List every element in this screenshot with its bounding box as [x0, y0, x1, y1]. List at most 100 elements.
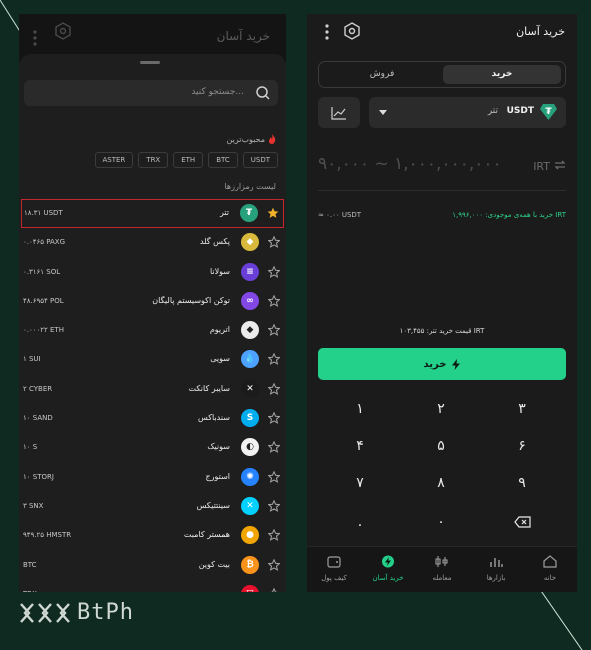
sand-icon: S	[241, 409, 259, 428]
chart-icon	[331, 106, 346, 120]
coin-row[interactable]: ۱۰ S سونیک ◐	[19, 433, 286, 462]
favorite-star-icon[interactable]	[268, 587, 280, 592]
key-7[interactable]: ۷	[330, 468, 390, 498]
synthetix-icon: ✕	[241, 496, 259, 515]
right-phone-screen: خرید آسان خرید فروش تتر USDT ₮ ۹۰,۰۰۰ ~ …	[307, 14, 577, 592]
btph-logo-mark	[20, 602, 70, 623]
favorite-star-icon[interactable]	[268, 382, 280, 395]
coin-name: همستر کامبت	[183, 530, 230, 540]
buy-button-label: خرید	[423, 358, 447, 370]
tab-sell[interactable]: فروش	[323, 65, 441, 84]
buy-all-balance-link[interactable]: خرید با همه‌ی موجودی: ۱,۹۹۶,۰۰۰ IRT	[452, 211, 566, 219]
lightning-icon	[452, 358, 461, 370]
asset-selector[interactable]: تتر USDT ₮	[369, 97, 566, 128]
amount-input[interactable]: ۹۰,۰۰۰ ~ ۱,۰۰۰,۰۰۰,۰۰۰	[318, 154, 502, 174]
coin-name: تتر	[219, 208, 229, 217]
favorite-star-icon[interactable]	[268, 558, 280, 571]
key-8[interactable]: ۸	[411, 468, 471, 498]
chip-usdt[interactable]: USDT	[242, 152, 278, 168]
key-6[interactable]: ۶	[492, 431, 552, 461]
coin-row[interactable]: TRX ترون ▽	[19, 580, 286, 592]
coin-row[interactable]: ۱۸.۳۱ USDT تتر ₮	[21, 199, 284, 229]
cyber-icon: ✕	[241, 379, 259, 398]
btph-logo-text: BtPh	[77, 600, 134, 625]
coin-balance: ۱۸.۳۱ USDT	[24, 209, 63, 217]
chart-button[interactable]	[318, 97, 360, 128]
sonic-icon: ◐	[241, 438, 259, 457]
coin-row[interactable]: BTC بیت کوین ₿	[19, 551, 286, 580]
settings-hex-icon[interactable]	[55, 22, 71, 40]
favorite-star-icon[interactable]	[268, 499, 280, 512]
coin-row[interactable]: ۱۰ STORJ استورج ✺	[19, 463, 286, 492]
favorite-star-icon[interactable]	[268, 265, 280, 278]
swap-icon[interactable]	[554, 160, 566, 170]
key-dot[interactable]: .	[330, 507, 390, 537]
fire-icon	[268, 134, 276, 144]
coin-row[interactable]: ۱ SUI سویی 💧	[19, 345, 286, 374]
coin-name: سینتتیکس	[196, 500, 230, 510]
coin-row[interactable]: ۱۰ SAND سندباکس S	[19, 404, 286, 433]
tether-icon: ₮	[240, 204, 258, 222]
favorite-star-icon[interactable]	[268, 412, 280, 425]
markets-icon	[490, 558, 503, 567]
buy-price-text: قیمت خرید تتر: ۱۰۳,۴۵۵ IRT	[399, 327, 485, 335]
coin-row[interactable]: ۲ CYBER سایبر کانکت ✕	[19, 375, 286, 404]
key-0[interactable]: ۰	[411, 507, 471, 537]
coin-balance: ۱ SUI	[23, 355, 41, 364]
favorite-star-icon[interactable]	[268, 470, 280, 483]
asset-symbol: USDT	[506, 106, 534, 116]
coin-name: ترون	[214, 589, 230, 592]
favorite-star-icon[interactable]	[268, 324, 280, 337]
chip-btc[interactable]: BTC	[208, 152, 238, 168]
sheet-drag-handle[interactable]	[140, 61, 160, 64]
divider	[318, 190, 566, 191]
search-input[interactable]: جستجو کنید...	[24, 80, 278, 106]
key-9[interactable]: ۹	[492, 468, 552, 498]
favorite-star-icon[interactable]	[267, 207, 279, 219]
coin-balance: ۴۸.۶۹۵۴ POL	[23, 296, 64, 305]
chip-aster[interactable]: ASTER	[94, 152, 134, 168]
key-backspace[interactable]	[492, 507, 552, 537]
more-menu-icon[interactable]	[33, 30, 37, 46]
nav-easy-buy[interactable]: خرید آسان	[361, 553, 415, 582]
coin-row[interactable]: ۳ SNX سینتتیکس ✕	[19, 492, 286, 521]
page-title: خرید آسان	[516, 25, 565, 38]
coin-row[interactable]: ۰.۳۱۶۱ SOL سولانا ≡	[19, 258, 286, 287]
solana-icon: ≡	[241, 262, 259, 281]
coin-balance: ۰.۰۴۶۵ PAXG	[23, 238, 66, 247]
backspace-icon	[513, 516, 531, 528]
key-4[interactable]: ۴	[330, 431, 390, 461]
chip-trx[interactable]: TRX	[138, 152, 169, 168]
trade-icon	[435, 556, 448, 567]
nav-trade[interactable]: معامله	[415, 553, 469, 582]
favorite-star-icon[interactable]	[268, 236, 280, 249]
sui-icon: 💧	[241, 350, 259, 369]
nav-home[interactable]: خانه	[523, 553, 577, 582]
chevron-down-icon	[379, 110, 387, 115]
coin-balance: TRX	[23, 590, 37, 592]
favorite-star-icon[interactable]	[268, 441, 280, 454]
more-menu-icon[interactable]	[325, 24, 329, 40]
key-2[interactable]: ۲	[411, 394, 471, 424]
left-phone-screen: خرید آسان جستجو کنید... محبوب‌ترین USDT …	[19, 14, 286, 592]
settings-hex-icon[interactable]	[344, 22, 360, 40]
chip-eth[interactable]: ETH	[173, 152, 204, 168]
coin-row[interactable]: ۹۴۹.۲۵ HMSTR همستر کامبت ●	[19, 521, 286, 550]
tab-buy[interactable]: خرید	[443, 65, 561, 84]
favorite-star-icon[interactable]	[268, 353, 280, 366]
nav-markets[interactable]: بازارها	[469, 553, 523, 582]
key-3[interactable]: ۳	[492, 394, 552, 424]
key-5[interactable]: ۵	[411, 431, 471, 461]
nav-wallet[interactable]: کیف پول	[307, 553, 361, 582]
coin-row[interactable]: ۴۸.۶۹۵۴ POL توکن اکوسیستم پالیگان ∞	[19, 287, 286, 316]
coin-balance: ۱۰ S	[23, 443, 38, 452]
buy-button[interactable]: خرید	[318, 348, 566, 380]
coin-row[interactable]: ۰.۰۴۶۵ PAXG پکس گلد ◆	[19, 228, 286, 257]
key-1[interactable]: ۱	[330, 394, 390, 424]
coin-row[interactable]: ۰.۰۰۰۲۲ ETH اتریوم ◆	[19, 316, 286, 345]
estimated-usdt: ≈ ۰.۰۰ USDT	[318, 211, 362, 219]
favorite-star-icon[interactable]	[268, 294, 280, 307]
favorite-star-icon[interactable]	[268, 529, 280, 542]
coin-name: توکن اکوسیستم پالیگان	[152, 295, 230, 305]
coin-balance: ۰.۰۰۰۲۲ ETH	[23, 326, 64, 335]
